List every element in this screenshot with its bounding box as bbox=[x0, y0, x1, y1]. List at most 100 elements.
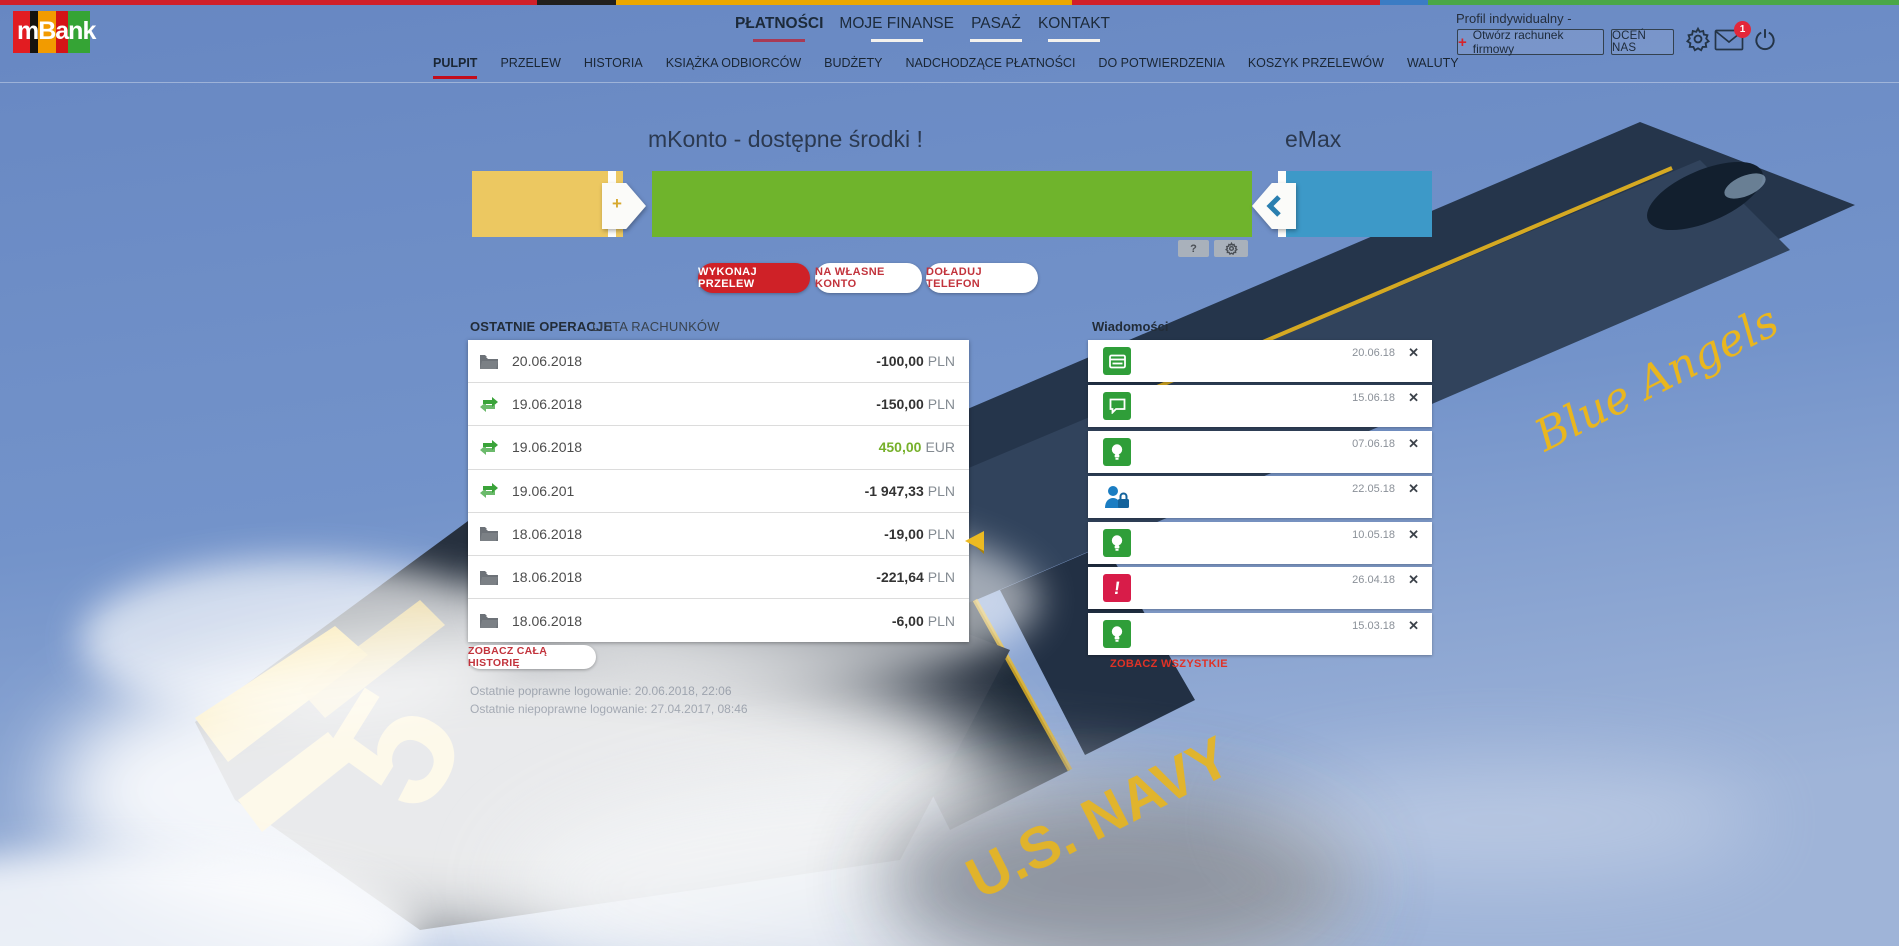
nav-kontakt[interactable]: KONTAKT bbox=[1038, 15, 1110, 42]
nav-underline bbox=[870, 39, 923, 42]
close-icon[interactable]: ✕ bbox=[1408, 572, 1419, 588]
own-account-transfer-button[interactable]: NA WŁASNE KONTO bbox=[815, 263, 922, 293]
close-icon[interactable]: ✕ bbox=[1408, 618, 1419, 634]
nav-moje-finanse[interactable]: MOJE FINANSE bbox=[839, 15, 954, 42]
mbank-logo[interactable]: mBank bbox=[13, 11, 96, 53]
carousel-prev-arrow[interactable] bbox=[1252, 183, 1296, 229]
main-nav: PŁATNOŚCI MOJE FINANSE PASAŻ KONTAKT bbox=[735, 15, 1110, 42]
subnav-nadchodzace-platnosci[interactable]: NADCHODZĄCE PŁATNOŚCI bbox=[905, 56, 1075, 79]
subnav-do-potwierdzenia[interactable]: DO POTWIERDZENIA bbox=[1098, 56, 1224, 79]
lightbulb-icon bbox=[1103, 620, 1131, 648]
top-stripe-green bbox=[1428, 0, 1899, 5]
close-icon[interactable]: ✕ bbox=[1408, 390, 1419, 406]
operation-date: 18.06.2018 bbox=[512, 569, 583, 586]
operation-date: 20.06.2018 bbox=[512, 353, 583, 370]
messages-title: Wiadomości bbox=[1092, 319, 1169, 334]
unread-mail-badge: 1 bbox=[1734, 21, 1751, 38]
close-icon[interactable]: ✕ bbox=[1408, 436, 1419, 452]
rate-us-button[interactable]: OCEŃ NAS bbox=[1611, 29, 1674, 55]
nav-underline bbox=[969, 39, 1022, 42]
lightbulb-icon bbox=[1103, 529, 1131, 557]
nav-pasaz-label: PASAŻ bbox=[971, 15, 1021, 32]
operation-row[interactable]: 19.06.2018 450,00 EUR bbox=[468, 426, 969, 470]
subnav: PULPIT PRZELEW HISTORIA KSIĄŻKA ODBIORCÓ… bbox=[433, 56, 1459, 79]
mbank-logo-text: mBank bbox=[17, 17, 96, 45]
message-date: 15.06.18 bbox=[1352, 392, 1395, 404]
carousel-next-arrow[interactable]: + bbox=[602, 183, 646, 229]
chevron-left-icon bbox=[1266, 195, 1281, 217]
operation-date: 18.06.2018 bbox=[512, 525, 583, 542]
side-account-card[interactable] bbox=[1278, 171, 1432, 237]
see-all-messages-link[interactable]: ZOBACZ WSZYSTKIE bbox=[1110, 658, 1228, 670]
logout-power-icon[interactable] bbox=[1752, 27, 1778, 58]
folder-icon bbox=[480, 570, 498, 585]
message-date: 07.06.18 bbox=[1352, 438, 1395, 450]
nav-underline bbox=[1047, 39, 1100, 42]
card-settings-button[interactable] bbox=[1214, 240, 1248, 257]
nav-platnosci[interactable]: PŁATNOŚCI bbox=[735, 15, 823, 42]
subnav-pulpit[interactable]: PULPIT bbox=[433, 56, 478, 79]
close-icon[interactable]: ✕ bbox=[1408, 345, 1419, 361]
user-lock-icon bbox=[1103, 483, 1131, 511]
subnav-divider bbox=[0, 82, 1899, 83]
subnav-ksiazka-odbiorcow[interactable]: KSIĄŻKA ODBIORCÓW bbox=[666, 56, 801, 79]
tab-recent-operations[interactable]: OSTATNIE OPERACJE bbox=[470, 319, 612, 334]
message-row[interactable]: 15.06.18 ✕ bbox=[1088, 385, 1432, 427]
open-business-account-button[interactable]: + Otwórz rachunek firmowy bbox=[1457, 28, 1604, 56]
make-transfer-button[interactable]: WYKONAJ PRZELEW bbox=[698, 263, 810, 293]
nav-kontakt-label: KONTAKT bbox=[1037, 15, 1111, 32]
operation-row[interactable]: 18.06.2018 -6,00 PLN bbox=[468, 599, 969, 642]
message-date: 15.03.18 bbox=[1352, 620, 1395, 632]
subnav-przelew[interactable]: PRZELEW bbox=[500, 56, 560, 79]
operation-amount: -6,00 PLN bbox=[891, 612, 955, 629]
message-row[interactable]: 20.06.18 ✕ bbox=[1088, 340, 1432, 382]
transfer-arrows-icon bbox=[480, 439, 498, 455]
nav-pasaz[interactable]: PASAŻ bbox=[969, 15, 1022, 42]
subnav-historia[interactable]: HISTORIA bbox=[584, 56, 643, 79]
card-help-button[interactable]: ? bbox=[1178, 240, 1209, 257]
message-date: 20.06.18 bbox=[1352, 347, 1395, 359]
message-row[interactable]: ! 26.04.18 ✕ bbox=[1088, 567, 1432, 609]
message-row[interactable]: 07.06.18 ✕ bbox=[1088, 431, 1432, 473]
new-product-card[interactable] bbox=[472, 171, 623, 237]
message-row[interactable]: 15.03.18 ✕ bbox=[1088, 613, 1432, 655]
operation-row[interactable]: 19.06.2018 -150,00 PLN bbox=[468, 383, 969, 427]
settings-gear-icon[interactable] bbox=[1685, 26, 1711, 57]
message-row[interactable]: 22.05.18 ✕ bbox=[1088, 476, 1432, 518]
exclamation-glyph: ! bbox=[1112, 577, 1122, 598]
side-account-title: eMax bbox=[1285, 126, 1342, 152]
operation-amount: 450,00 EUR bbox=[878, 439, 955, 456]
last-login-info: Ostatnie poprawne logowanie: 20.06.2018,… bbox=[470, 684, 732, 698]
operation-amount: -221,64 PLN bbox=[876, 569, 955, 586]
subnav-budzety[interactable]: BUDŻETY bbox=[824, 56, 882, 79]
lightbulb-icon bbox=[1103, 438, 1131, 466]
transfer-arrows-icon bbox=[480, 396, 498, 412]
subnav-waluty[interactable]: WALUTY bbox=[1407, 56, 1459, 79]
close-icon[interactable]: ✕ bbox=[1408, 481, 1419, 497]
nav-moje-finanse-label: MOJE FINANSE bbox=[839, 15, 954, 32]
operation-row[interactable]: 19.06.201 -1 947,33 PLN bbox=[468, 470, 969, 513]
top-stripe-blue bbox=[1380, 0, 1428, 5]
yellow-bookmark-arrow[interactable] bbox=[963, 531, 985, 554]
message-row[interactable]: 10.05.18 ✕ bbox=[1088, 522, 1432, 564]
operation-row[interactable]: 20.06.2018 -100,00 PLN bbox=[468, 340, 969, 384]
profile-selector[interactable]: Profil indywidualny - bbox=[1456, 11, 1572, 26]
main-account-balance-card[interactable] bbox=[652, 171, 1252, 237]
plus-icon: + bbox=[1458, 33, 1467, 51]
close-icon[interactable]: ✕ bbox=[1408, 527, 1419, 543]
folder-icon bbox=[480, 527, 498, 542]
phone-topup-button[interactable]: DOŁADUJ TELEFON bbox=[926, 263, 1038, 293]
arrow-shape bbox=[602, 183, 646, 229]
tab-account-list[interactable]: LISTA RACHUNKÓW bbox=[592, 319, 720, 334]
main-account-title: mKonto - dostępne środki ! bbox=[648, 126, 923, 152]
folder-icon bbox=[480, 354, 498, 369]
last-failed-login-info: Ostatnie niepoprawne logowanie: 27.04.20… bbox=[470, 702, 748, 716]
see-full-history-button[interactable]: ZOBACZ CAŁĄ HISTORIĘ bbox=[468, 645, 596, 669]
operation-row[interactable]: 18.06.2018 -221,64 PLN bbox=[468, 556, 969, 600]
transfer-arrows-icon bbox=[480, 483, 498, 499]
subnav-koszyk-przelewow[interactable]: KOSZYK PRZELEWÓW bbox=[1248, 56, 1384, 79]
operation-date: 19.06.2018 bbox=[512, 439, 583, 456]
add-product-plus-icon: + bbox=[612, 194, 622, 213]
operation-row[interactable]: 18.06.2018 -19,00 PLN bbox=[468, 513, 969, 556]
statement-icon bbox=[1103, 347, 1131, 375]
